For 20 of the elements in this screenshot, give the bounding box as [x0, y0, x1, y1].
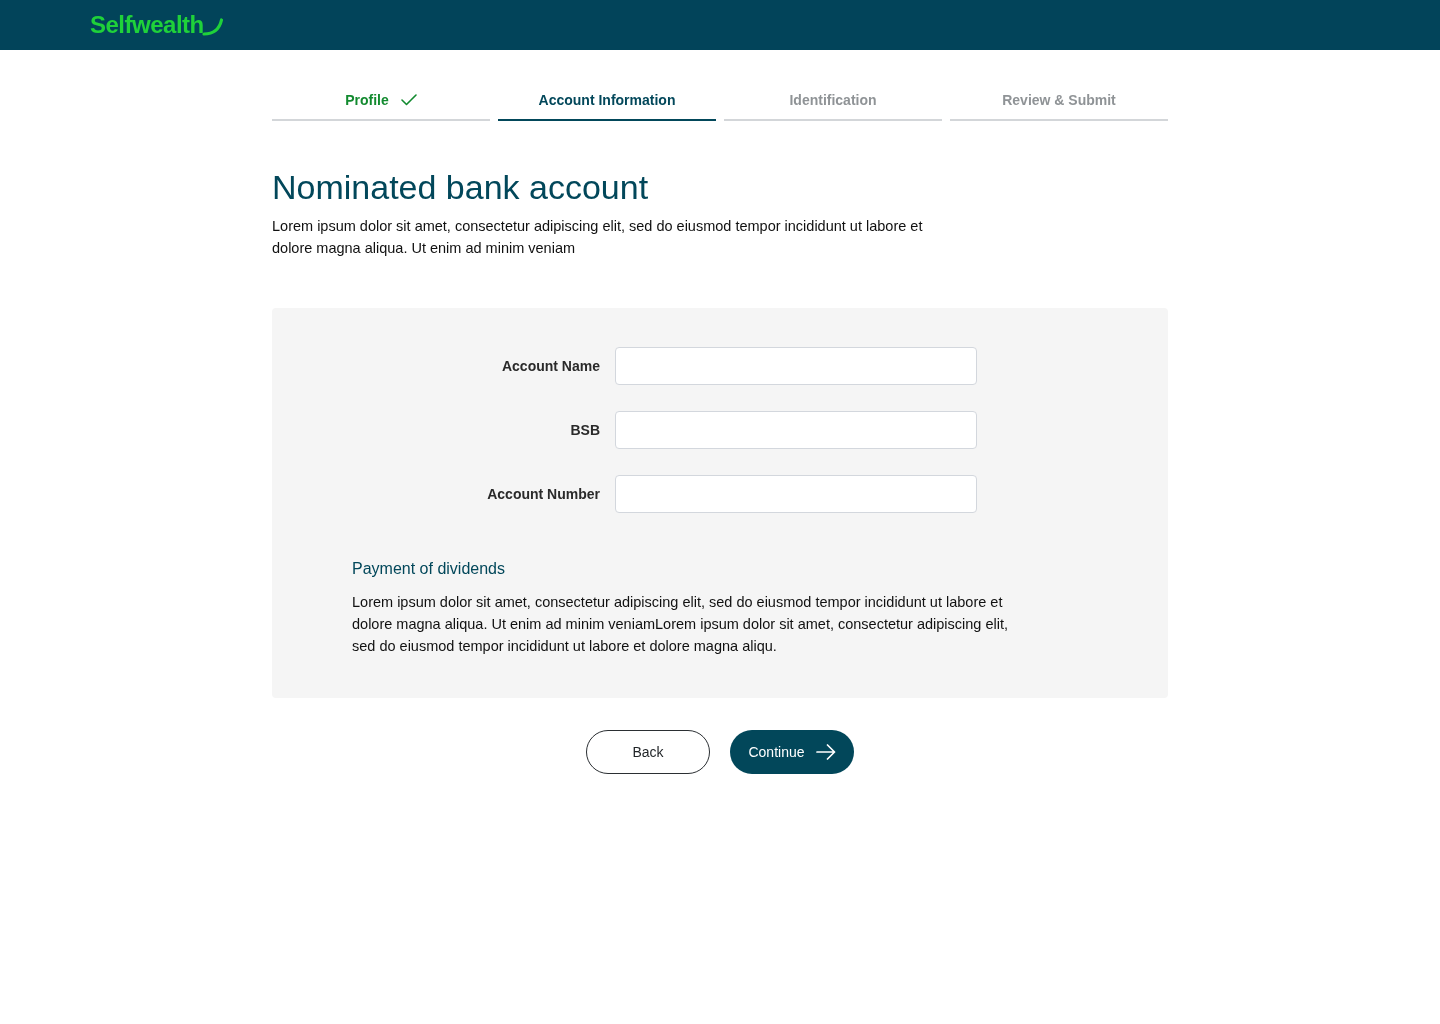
input-field[interactable]	[615, 475, 977, 513]
field-label: BSB	[569, 420, 600, 440]
input-field[interactable]	[615, 411, 977, 449]
dividends-text: Lorem ipsum dolor sit amet, consectetur adipiscing elit, sed do eiusmod tempor incididunt ut labore et dolore magna aliqua. Ut enim ad minim veniamLorem ipsum dolor sit amet, consectetur adipiscing elit, sed do eiusmod tempor incididunt ut labore et dolore magna aliqu.	[352, 593, 1010, 656]
intro-text: Lorem ipsum dolor sit amet, consectetur adipiscing elit, sed do eiusmod tempor incididunt ut labore et dolore magna aliqua. Ut enim ad minim veniam	[272, 217, 924, 258]
section-title: Payment of dividends	[352, 559, 506, 579]
field-label: Account Number	[486, 484, 600, 504]
input-field[interactable]	[615, 347, 977, 385]
page-title: Nominated bank account	[272, 167, 650, 208]
step-tab[interactable]: Profile	[272, 81, 490, 121]
step-tab[interactable]: Account Information	[498, 81, 716, 121]
step-tab[interactable]: Review & Submit	[950, 81, 1168, 121]
swoosh-icon	[201, 17, 224, 37]
back-button[interactable]: Back	[586, 730, 710, 774]
field-label: Account Name	[500, 356, 600, 376]
logo-text[interactable]: Selfwealth	[90, 13, 204, 37]
continue-button[interactable]: Continue	[730, 730, 854, 774]
step-tab[interactable]: Identification	[724, 81, 942, 121]
check-icon	[400, 94, 417, 106]
arrow-right-icon	[815, 744, 836, 760]
